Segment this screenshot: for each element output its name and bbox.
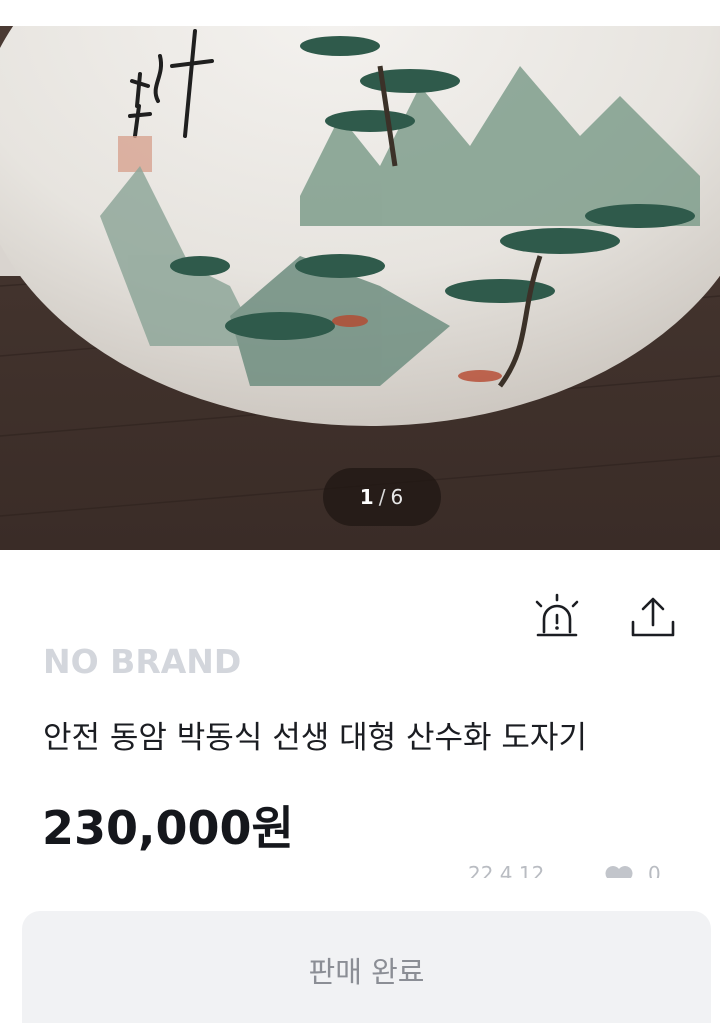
share-button[interactable] bbox=[625, 590, 681, 646]
heart-icon bbox=[605, 866, 633, 878]
like-count: 0 bbox=[648, 864, 661, 878]
product-title: 안전 동암 박동식 선생 대형 산수화 도자기 bbox=[43, 720, 587, 756]
image-counter: 1 / 6 bbox=[323, 468, 441, 526]
image-counter-separator: / bbox=[378, 485, 387, 509]
product-meta: 22.4.12 0 bbox=[468, 864, 688, 878]
sold-out-button[interactable]: 판매 완료 bbox=[22, 911, 711, 1023]
image-counter-total: 6 bbox=[390, 485, 405, 509]
sold-out-label: 판매 완료 bbox=[308, 955, 425, 989]
share-upload-icon bbox=[631, 597, 675, 637]
report-button[interactable] bbox=[529, 590, 585, 646]
product-price: 230,000원 bbox=[42, 801, 294, 855]
alarm-siren-icon bbox=[535, 593, 579, 637]
product-image-gallery[interactable]: 1 / 6 bbox=[0, 26, 720, 550]
image-counter-current: 1 bbox=[359, 485, 375, 509]
posted-date: 22.4.12 bbox=[468, 864, 545, 878]
brand-label: NO BRAND bbox=[43, 642, 242, 681]
product-info: NO BRAND 안전 동암 박동식 선생 대형 산수화 도자기 230,000… bbox=[0, 550, 720, 1023]
status-area bbox=[0, 0, 720, 26]
